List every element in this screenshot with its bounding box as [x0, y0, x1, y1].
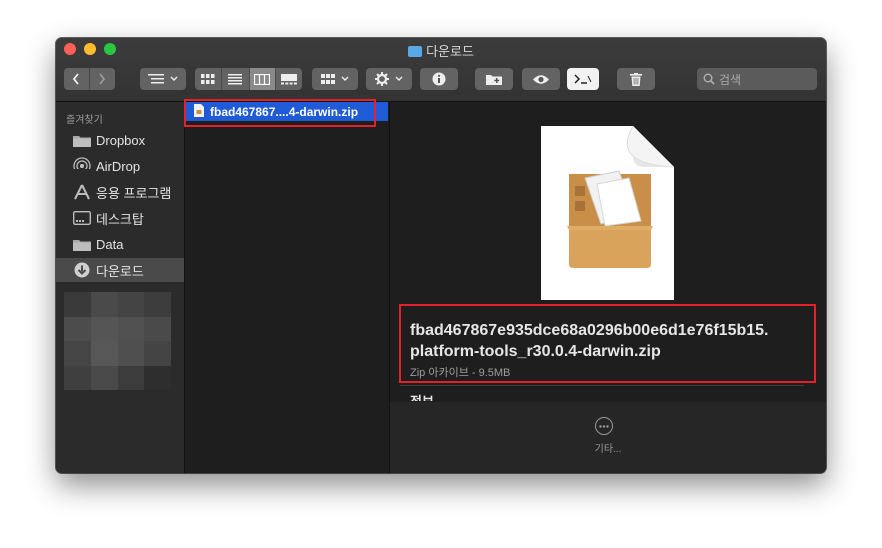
finder-window: 다운로드 검색 즐겨찾기 Dropbox AirDrop 응용 프로그램 데스크…: [56, 38, 826, 473]
chevron-down-icon: [341, 76, 348, 81]
view-mode-control: [195, 68, 302, 90]
highlight-box-file-row: [184, 99, 376, 127]
quick-look-button[interactable]: [522, 68, 560, 90]
sidebar-item-dropbox[interactable]: Dropbox: [56, 128, 184, 152]
move-to-trash-button[interactable]: [617, 68, 655, 90]
folder-icon: [73, 132, 91, 148]
terminal-icon: [574, 74, 592, 84]
highlight-box-preview-name: [399, 304, 816, 383]
download-icon: [73, 262, 91, 278]
grid-icon: [201, 73, 215, 84]
more-label: 기타...: [594, 444, 622, 455]
folder-icon: [73, 236, 91, 252]
back-button[interactable]: [64, 68, 90, 90]
search-icon: [703, 73, 715, 85]
chevron-down-icon: [395, 76, 402, 81]
archive-file-icon: [541, 125, 676, 305]
applications-icon: [73, 184, 91, 200]
action-menu-button[interactable]: [366, 68, 412, 90]
trash-icon: [630, 72, 642, 86]
history-nav: [64, 68, 115, 90]
column-view-button[interactable]: [249, 68, 276, 90]
gear-icon: [374, 72, 389, 86]
forward-button[interactable]: [90, 68, 115, 90]
columns-icon: [254, 73, 271, 85]
sidebar-item-applications[interactable]: 응용 프로그램: [56, 180, 184, 204]
chevron-right-icon: [99, 73, 106, 85]
preview-pane: fbad467867e935dce68a0296b00e6d1e76f15b15…: [390, 102, 826, 473]
new-folder-button[interactable]: [475, 68, 513, 90]
search-field[interactable]: 검색: [697, 68, 817, 90]
chevron-left-icon: [73, 73, 79, 85]
list-icon: [147, 73, 164, 83]
ellipsis-icon: [599, 424, 609, 428]
sidebar-item-data[interactable]: Data: [56, 232, 184, 256]
arrange-menu-button[interactable]: [312, 68, 358, 90]
sidebar-item-desktop[interactable]: 데스크탑: [56, 206, 184, 230]
icon-view-button[interactable]: [195, 68, 223, 90]
downloads-folder-icon: [408, 46, 423, 57]
chevron-down-icon: [170, 76, 177, 81]
info-icon: [432, 72, 446, 86]
gallery-icon: [280, 73, 297, 84]
blurred-redacted-area: [64, 292, 171, 390]
group-menu-button[interactable]: [140, 68, 186, 90]
gallery-view-button[interactable]: [276, 68, 302, 90]
info-section-heading: 정보: [410, 391, 434, 401]
title-bar: 다운로드 검색: [56, 38, 826, 102]
sidebar-item-downloads[interactable]: 다운로드: [56, 258, 184, 282]
list-view-button[interactable]: [222, 68, 250, 90]
get-info-button[interactable]: [420, 68, 458, 90]
search-placeholder: 검색: [719, 72, 742, 87]
list-view-icon: [228, 73, 243, 84]
divider: [400, 385, 804, 386]
arrange-grid-icon: [320, 73, 335, 84]
column-browser: fbad467867....4-darwin.zip: [185, 102, 390, 473]
more-actions-panel: 기타...: [390, 402, 826, 473]
favorites-heading: 즐겨찾기: [66, 115, 103, 126]
sidebar: 즐겨찾기 Dropbox AirDrop 응용 프로그램 데스크탑 Data 다…: [56, 102, 185, 473]
new-folder-icon: [486, 75, 502, 85]
eye-icon: [533, 74, 549, 84]
airdrop-icon: [73, 157, 91, 175]
window-title: 다운로드: [56, 41, 826, 60]
more-button[interactable]: [595, 417, 613, 435]
open-terminal-button[interactable]: [567, 68, 599, 90]
sidebar-item-airdrop[interactable]: AirDrop: [56, 154, 184, 178]
desktop-icon: [73, 210, 91, 226]
